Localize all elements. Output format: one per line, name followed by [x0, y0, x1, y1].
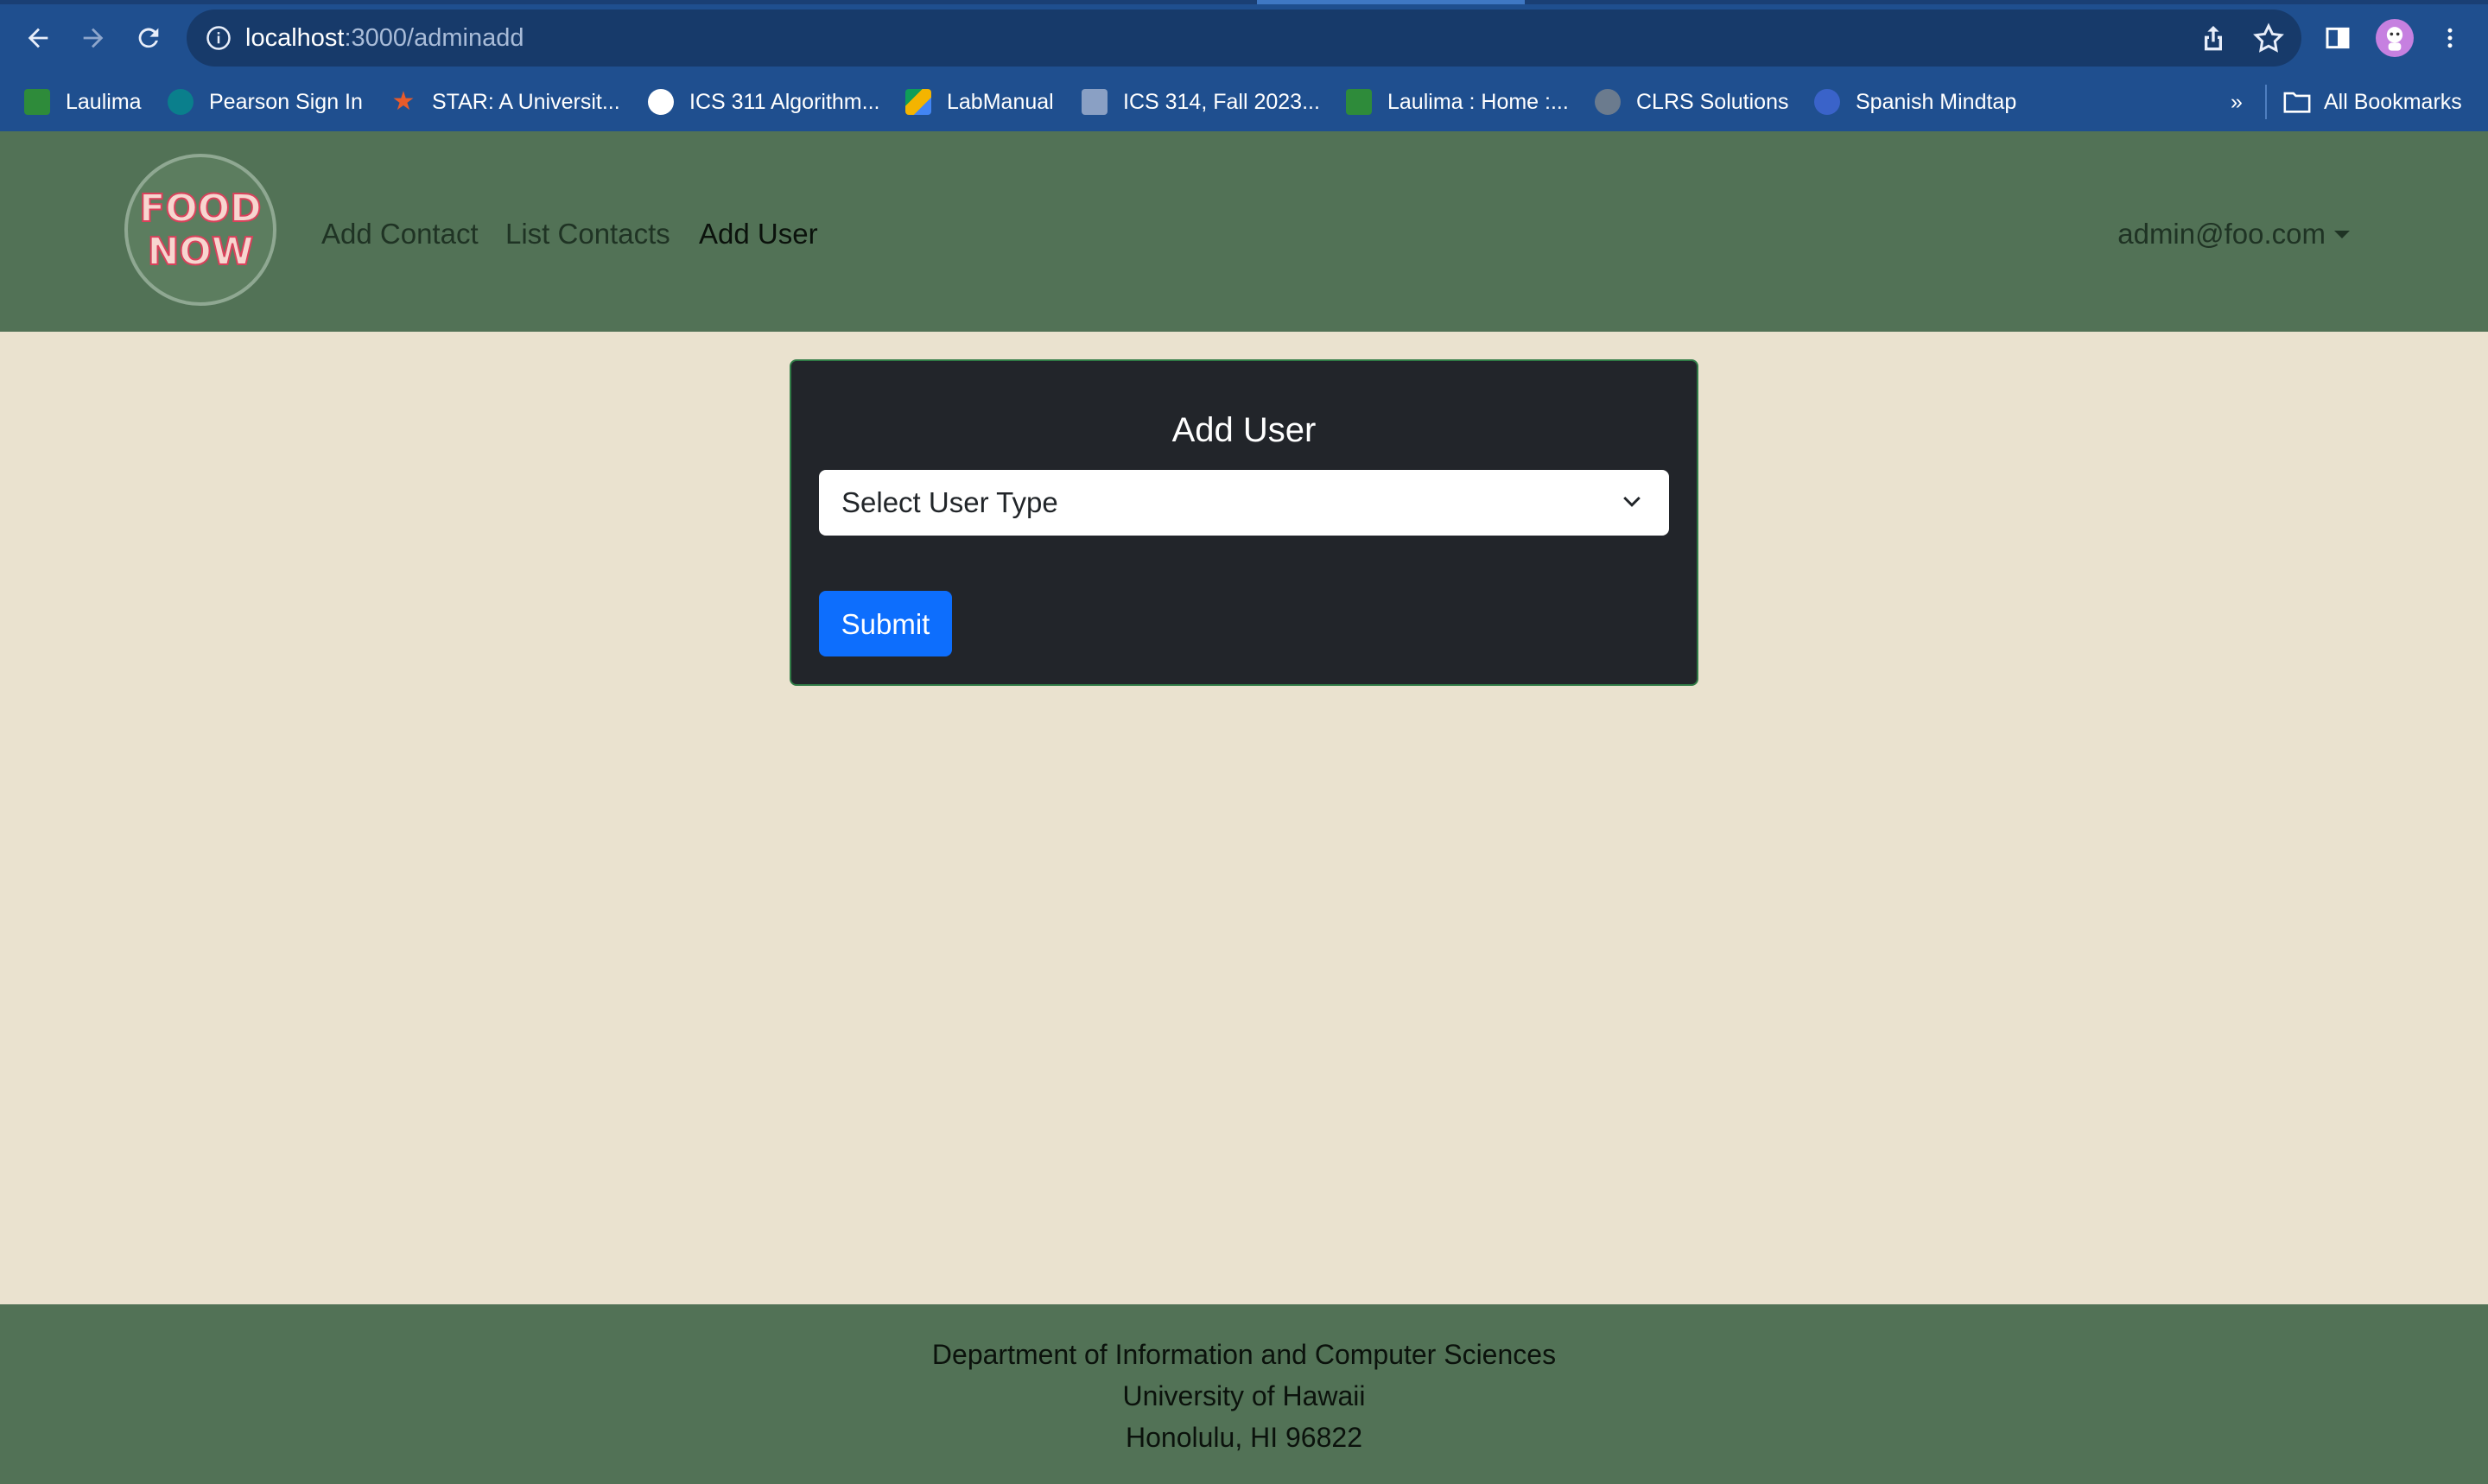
footer-address: Honolulu, HI 96822: [1126, 1422, 1362, 1453]
bookmarks-overflow-button[interactable]: »: [2231, 85, 2243, 119]
select-value: Select User Type: [841, 486, 1058, 518]
globe-icon: [648, 89, 674, 115]
submit-button[interactable]: Submit: [819, 591, 952, 656]
bookmark-star[interactable]: ★ STAR: A Universit...: [390, 85, 620, 119]
form-title: Add User: [1171, 411, 1317, 449]
reload-button[interactable]: [123, 12, 175, 64]
bookmark-clrs[interactable]: CLRS Solutions: [1595, 85, 1788, 119]
bookmark-ics314[interactable]: ICS 314, Fall 2023...: [1082, 85, 1320, 119]
kebab-menu-icon: [2447, 28, 2453, 48]
loading-bar: [0, 0, 2488, 4]
star-icon: ★: [391, 87, 416, 116]
address-bar[interactable]: localhost:3000/adminadd: [187, 10, 2301, 67]
chevron-down-icon: [1623, 496, 1641, 507]
site-info-icon[interactable]: [206, 25, 232, 51]
bookmark-mindtap[interactable]: Spanish Mindtap: [1814, 85, 2016, 119]
profile-button[interactable]: [2369, 12, 2421, 64]
folder-icon: [2283, 92, 2311, 113]
user-dropdown[interactable]: admin@foo.com: [2117, 212, 2350, 256]
logo-graphic: FOOD NOW: [138, 186, 262, 275]
footer-university: University of Hawaii: [1122, 1380, 1366, 1411]
nav-list-contacts[interactable]: List Contacts: [505, 212, 670, 256]
side-panel-icon: [2326, 27, 2350, 49]
browser-toolbar: localhost:3000/adminadd: [0, 0, 2488, 74]
svg-text:FOOD: FOOD: [139, 187, 261, 231]
user-email: admin@foo.com: [2117, 218, 2326, 250]
browser-menu-button[interactable]: [2424, 12, 2476, 64]
forward-button[interactable]: [67, 12, 119, 64]
user-type-select[interactable]: Select User Type: [819, 470, 1669, 536]
drive-icon: [905, 89, 931, 115]
laulima-icon: [1346, 89, 1372, 115]
nav-add-user[interactable]: Add User: [699, 212, 818, 256]
site-footer: Department of Information and Computer S…: [0, 1304, 2488, 1484]
footer-department: Department of Information and Computer S…: [931, 1339, 1557, 1370]
bookmark-pearson[interactable]: Pearson Sign In: [168, 85, 363, 119]
clrs-icon: [1595, 89, 1621, 115]
laulima-icon: [24, 89, 50, 115]
site-navbar: FOOD NOW Add Contact List Contacts Add U…: [0, 131, 2488, 332]
share-icon[interactable]: [2196, 22, 2231, 56]
page-icon: [1082, 89, 1108, 115]
avatar: [2376, 19, 2414, 57]
forward-arrow-icon: [83, 28, 104, 48]
all-bookmarks-button[interactable]: All Bookmarks: [2265, 85, 2462, 119]
caret-down-icon: [2334, 230, 2350, 238]
side-panel-button[interactable]: [2312, 12, 2364, 64]
add-user-card: Add User Select User Type Submit: [790, 359, 1698, 686]
bookmark-laulima[interactable]: Laulima: [24, 85, 142, 119]
bookmark-ics311[interactable]: ICS 311 Algorithm...: [648, 85, 879, 119]
nav-add-contact[interactable]: Add Contact: [321, 212, 479, 256]
bookmark-star-icon[interactable]: [2251, 22, 2286, 56]
bookmarks-bar: Laulima Pearson Sign In ★ STAR: A Univers…: [0, 74, 2488, 133]
reload-icon: [138, 28, 159, 48]
back-button[interactable]: [12, 12, 64, 64]
food-now-logo[interactable]: FOOD NOW: [124, 154, 276, 306]
bookmark-laulima-home[interactable]: Laulima : Home :...: [1346, 85, 1569, 119]
bookmark-labmanual[interactable]: LabManual: [905, 85, 1054, 119]
mindtap-icon: [1814, 89, 1840, 115]
url-text: localhost:3000/adminadd: [245, 24, 524, 52]
pearson-icon: [168, 89, 194, 115]
back-arrow-icon: [28, 28, 48, 48]
svg-text:NOW: NOW: [148, 230, 254, 274]
